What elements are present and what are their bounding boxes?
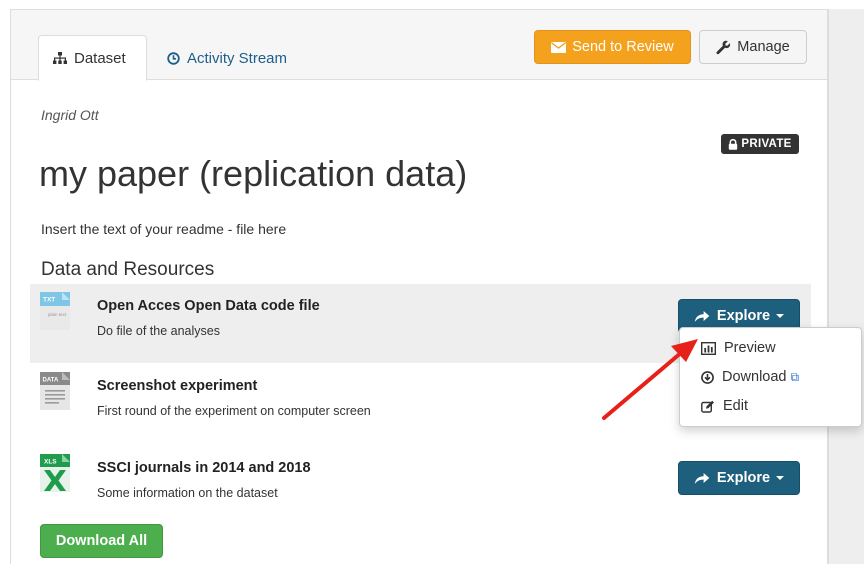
manage-label: Manage: [737, 39, 790, 55]
menu-item-preview[interactable]: Preview: [701, 340, 776, 356]
resource-item[interactable]: XLS SSCI journals in 2014 and 2018 Some …: [30, 446, 811, 525]
resources-heading: Data and Resources: [41, 259, 215, 280]
envelope-icon: [551, 41, 567, 53]
resource-format-sub: plain text: [48, 312, 67, 317]
resource-description: Do file of the analyses: [97, 324, 220, 338]
page-title: my paper (replication data): [39, 153, 468, 194]
download-circle-icon: [701, 370, 714, 384]
resource-description: First round of the experiment on compute…: [97, 404, 371, 418]
right-sidebar-background: [828, 9, 864, 564]
txt-file-icon: TXT plain text: [40, 292, 70, 330]
lock-icon: [729, 138, 738, 150]
bar-chart-icon: [701, 341, 716, 355]
menu-item-download[interactable]: Download ⧉: [701, 369, 799, 385]
send-to-review-button[interactable]: Send to Review: [534, 30, 691, 64]
resource-name[interactable]: Open Acces Open Data code file: [97, 298, 320, 314]
explore-button[interactable]: Explore: [678, 461, 800, 495]
clock-icon: [167, 51, 180, 65]
menu-item-label: Preview: [724, 340, 776, 356]
resource-format-label: TXT: [43, 297, 55, 304]
dataset-author: Ingrid Ott: [41, 107, 99, 123]
resource-format-label: DATA: [43, 378, 59, 384]
dataset-panel: Dataset Activity Stream Send to Review M…: [10, 9, 828, 564]
chevron-down-icon: [776, 476, 785, 480]
explore-label: Explore: [716, 470, 771, 486]
private-label: PRIVATE: [741, 138, 792, 150]
menu-item-label: Download: [722, 369, 787, 385]
menu-item-label: Edit: [723, 398, 748, 414]
resource-name[interactable]: Screenshot experiment: [97, 378, 257, 394]
tab-activity-label: Activity Stream: [187, 49, 288, 67]
explore-label: Explore: [716, 308, 771, 324]
data-file-icon: DATA: [40, 372, 70, 410]
menu-item-edit[interactable]: Edit: [701, 398, 748, 414]
send-to-review-label: Send to Review: [572, 39, 674, 55]
share-arrow-icon: [694, 472, 710, 484]
wrench-icon: [716, 40, 731, 54]
download-all-label: Download All: [55, 533, 148, 549]
dataset-readme: Insert the text of your readme - file he…: [41, 221, 287, 237]
manage-button[interactable]: Manage: [699, 30, 807, 64]
edit-icon: [701, 400, 714, 413]
resource-format-label: XLS: [44, 459, 57, 466]
tab-activity-stream[interactable]: Activity Stream: [159, 35, 287, 81]
share-arrow-icon: [694, 310, 710, 322]
resource-name[interactable]: SSCI journals in 2014 and 2018: [97, 460, 311, 476]
xls-file-icon: XLS: [40, 454, 70, 492]
explore-dropdown-menu: Preview Download ⧉ Edit: [679, 327, 862, 427]
resource-description: Some information on the dataset: [97, 486, 278, 500]
external-link-icon: ⧉: [790, 369, 800, 384]
tab-dataset[interactable]: Dataset: [38, 35, 147, 81]
private-badge: PRIVATE: [721, 134, 799, 154]
tab-dataset-label: Dataset: [74, 49, 126, 67]
download-all-button[interactable]: Download All: [40, 524, 163, 558]
sitemap-icon: [53, 51, 67, 64]
chevron-down-icon: [776, 314, 785, 318]
